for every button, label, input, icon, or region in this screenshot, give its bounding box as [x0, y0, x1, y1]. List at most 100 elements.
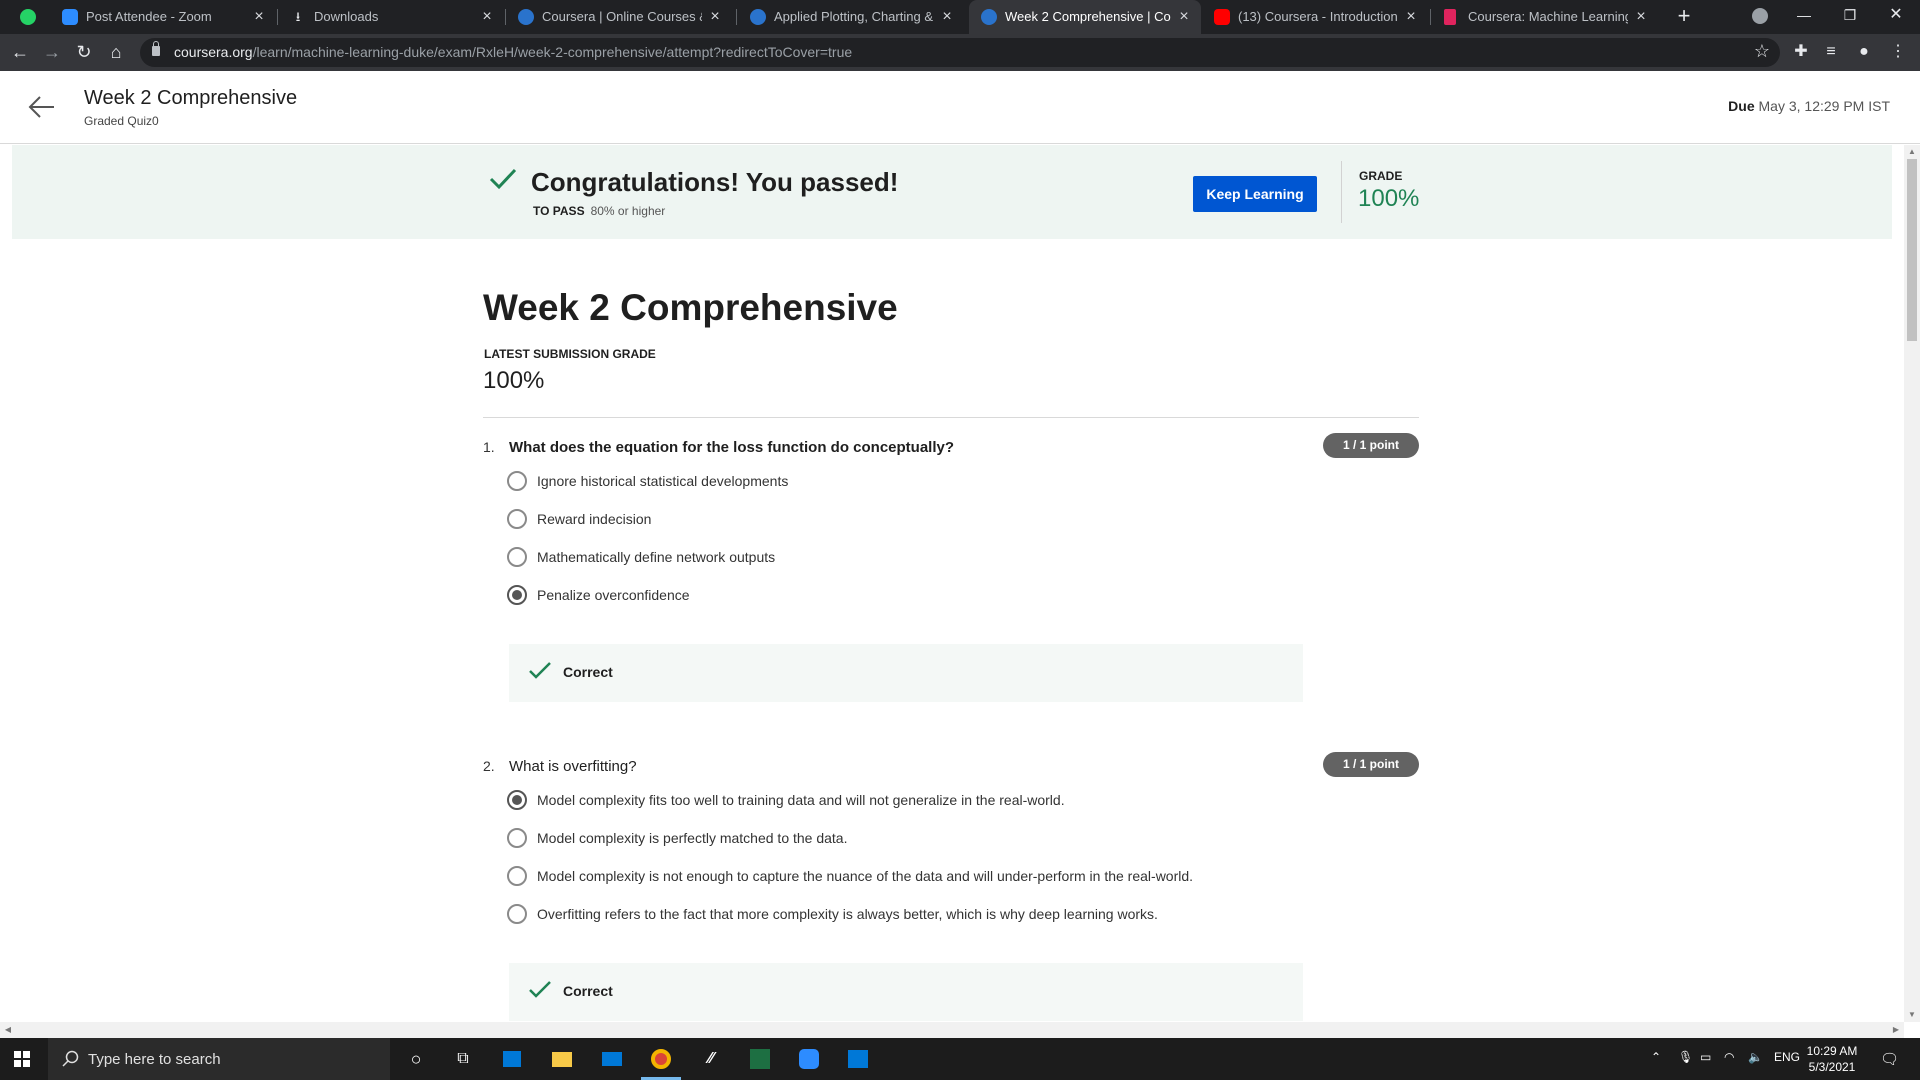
restore-icon[interactable]: ❐	[1827, 0, 1873, 30]
passed-banner: Congratulations! You passed! TO PASS 80% …	[12, 145, 1892, 239]
close-tab-icon[interactable]: ×	[1175, 8, 1193, 26]
clock-date: 5/3/2021	[1808, 1060, 1856, 1074]
horizontal-scrollbar[interactable]: ◀ ▶	[0, 1022, 1904, 1038]
grade-value: 100%	[1358, 185, 1420, 212]
tab-separator	[736, 9, 737, 25]
close-tab-icon[interactable]: ×	[706, 8, 724, 26]
cortana-icon[interactable]: ○	[401, 1044, 431, 1074]
vertical-scrollbar[interactable]: ▲ ▼	[1904, 145, 1920, 1022]
scroll-left-icon[interactable]: ◀	[0, 1022, 16, 1038]
answer-option[interactable]: Model complexity is not enough to captur…	[507, 864, 1193, 888]
scroll-right-icon[interactable]: ▶	[1888, 1022, 1904, 1038]
feedback-label: Correct	[563, 664, 613, 680]
question-number: 1.	[483, 439, 495, 455]
divider	[1341, 161, 1342, 223]
tab-zoom[interactable]: Post Attendee - Zoom ×	[50, 0, 276, 34]
answer-option[interactable]: Reward indecision	[507, 507, 651, 531]
tab-coursera-home[interactable]: Coursera | Online Courses & Cr ×	[506, 0, 732, 34]
photos-icon[interactable]	[843, 1044, 873, 1074]
tab-label: (13) Coursera - Introduction to	[1238, 9, 1398, 24]
close-tab-icon[interactable]: ×	[1632, 8, 1650, 26]
back-arrow-icon[interactable]	[28, 95, 56, 119]
lock-icon	[152, 41, 160, 56]
excel-icon[interactable]	[745, 1044, 775, 1074]
microphone-icon[interactable]: 🎙	[1678, 1050, 1693, 1064]
option-label: Ignore historical statistical developmen…	[537, 473, 789, 489]
latest-grade-label: LATEST SUBMISSION GRADE	[484, 347, 656, 361]
zoom-app-icon[interactable]	[794, 1044, 824, 1074]
radio-button[interactable]	[507, 471, 527, 491]
task-view-icon[interactable]: ⧉	[448, 1044, 478, 1074]
chrome-icon[interactable]	[646, 1044, 676, 1074]
keep-learning-button[interactable]: Keep Learning	[1193, 176, 1317, 212]
tab-week2-comprehensive[interactable]: Week 2 Comprehensive | Cours ×	[969, 0, 1201, 34]
close-tab-icon[interactable]: ×	[1402, 8, 1420, 26]
volume-icon[interactable]: 🔈	[1748, 1050, 1763, 1064]
tab-ml-bookmark[interactable]: Coursera: Machine Learning - A ×	[1432, 0, 1658, 34]
tab-whatsapp[interactable]	[8, 0, 48, 34]
radio-button-selected[interactable]	[507, 585, 527, 605]
reload-icon[interactable]: ↻	[72, 40, 96, 64]
option-label: Reward indecision	[537, 511, 652, 527]
answer-option[interactable]: Ignore historical statistical developmen…	[507, 469, 788, 493]
windows-start-icon[interactable]	[14, 1051, 30, 1067]
answer-option[interactable]: Mathematically define network outputs	[507, 545, 775, 569]
tab-downloads[interactable]: ⭳ Downloads ×	[278, 0, 504, 34]
language-indicator[interactable]: ENG	[1774, 1050, 1800, 1064]
system-clock[interactable]: 10:29 AM 5/3/2021	[1806, 1043, 1858, 1075]
radio-button[interactable]	[507, 866, 527, 886]
notification-icon[interactable]: 🗨	[1880, 1050, 1899, 1068]
close-tab-icon[interactable]: ×	[250, 8, 268, 26]
scrollbar-thumb[interactable]	[1907, 159, 1917, 341]
window-close-icon[interactable]: ✕	[1873, 0, 1919, 30]
show-hidden-icons[interactable]: ⌃	[1651, 1050, 1661, 1064]
scroll-down-icon[interactable]: ▼	[1904, 1008, 1920, 1022]
answer-option-selected[interactable]: Penalize overconfidence	[507, 583, 690, 607]
menu-icon[interactable]: ⋮	[1886, 40, 1910, 64]
answer-option[interactable]: Overfitting refers to the fact that more…	[507, 902, 1158, 926]
answer-option-selected[interactable]: Model complexity fits too well to traini…	[507, 788, 1065, 812]
answer-option[interactable]: Model complexity is perfectly matched to…	[507, 826, 847, 850]
new-tab-icon[interactable]: +	[1672, 5, 1696, 29]
radio-button[interactable]	[507, 547, 527, 567]
windows-taskbar: Type here to search ○ ⧉ ⁄⁄ ⌃ 🎙 ▭ ◠ 🔈 ENG…	[0, 1038, 1920, 1080]
page-subtitle: Graded Quiz0	[84, 114, 159, 128]
tab-separator	[505, 9, 506, 25]
radio-button[interactable]	[507, 904, 527, 924]
address-bar[interactable]: coursera.org/learn/machine-learning-duke…	[140, 38, 1780, 67]
bookmark-star-icon[interactable]: ☆	[1754, 41, 1770, 62]
youtube-icon	[1214, 9, 1230, 25]
option-label: Model complexity fits too well to traini…	[537, 792, 1065, 808]
quiz-content: Week 2 Comprehensive LATEST SUBMISSION G…	[0, 239, 1904, 1022]
store-icon[interactable]	[497, 1044, 527, 1074]
radio-button[interactable]	[507, 828, 527, 848]
close-tab-icon[interactable]: ×	[478, 8, 496, 26]
taskbar-search[interactable]: Type here to search	[48, 1038, 390, 1080]
tab-applied-plotting[interactable]: Applied Plotting, Charting & Da ×	[738, 0, 964, 34]
mail-icon[interactable]	[597, 1044, 627, 1074]
back-icon[interactable]: ←	[8, 40, 32, 64]
home-icon[interactable]: ⌂	[104, 40, 128, 64]
battery-icon[interactable]: ▭	[1700, 1050, 1711, 1064]
question-text: What is overfitting?	[509, 758, 637, 775]
tab-search-icon[interactable]	[1752, 8, 1768, 24]
close-tab-icon[interactable]: ×	[938, 8, 956, 26]
feedback-correct: Correct	[509, 963, 1303, 1021]
scroll-up-icon[interactable]: ▲	[1904, 145, 1920, 159]
radio-button[interactable]	[507, 509, 527, 529]
question-text: What does the equation for the loss func…	[509, 439, 955, 456]
file-explorer-icon[interactable]	[547, 1044, 577, 1074]
extensions-icon[interactable]: ✚	[1789, 40, 1813, 64]
tab-youtube[interactable]: (13) Coursera - Introduction to ×	[1202, 0, 1428, 34]
minimize-icon[interactable]: —	[1781, 0, 1827, 30]
wifi-icon[interactable]: ◠	[1724, 1050, 1734, 1064]
forward-icon[interactable]: →	[40, 40, 64, 64]
tableau-icon[interactable]: ⁄⁄	[696, 1044, 726, 1074]
tab-label: Coursera: Machine Learning - A	[1468, 9, 1628, 24]
profile-avatar[interactable]: ●	[1852, 40, 1876, 64]
tab-separator	[1430, 9, 1431, 25]
tab-label: Post Attendee - Zoom	[86, 9, 212, 24]
radio-button-selected[interactable]	[507, 790, 527, 810]
url-text: coursera.org/learn/machine-learning-duke…	[174, 44, 853, 60]
media-queue-icon[interactable]: ≡	[1819, 40, 1843, 64]
